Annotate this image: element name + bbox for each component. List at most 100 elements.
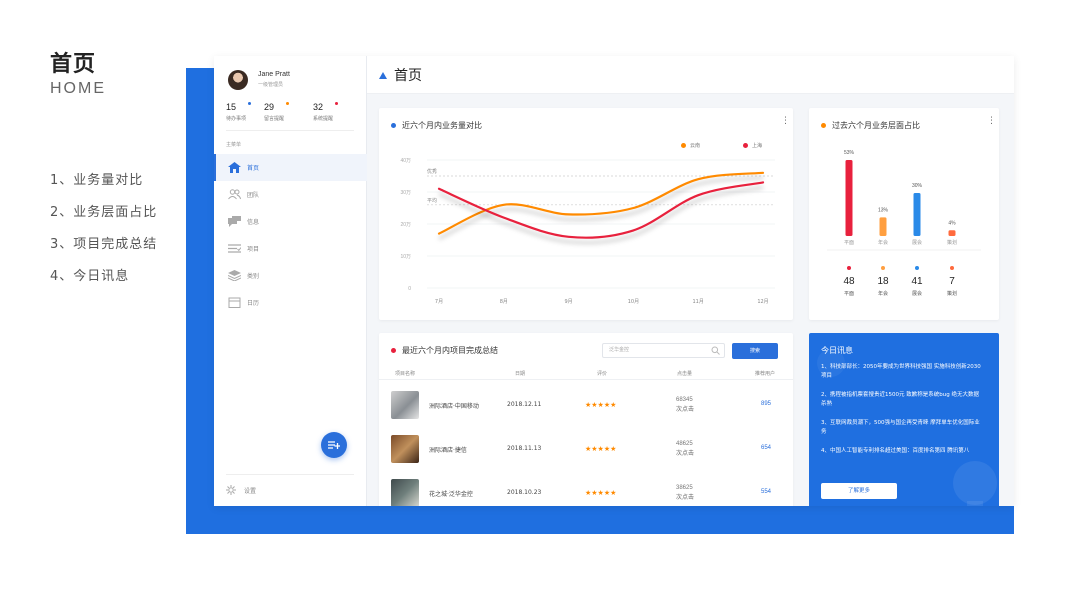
- x-tick-label: 10月: [628, 299, 639, 305]
- sidebar-item-label: 团队: [247, 192, 260, 199]
- line-chart: 0 10万 20万 30万 40万优秀平均 7月 8月 9月 10月 11月 12月: [400, 158, 775, 305]
- column-header: 日期: [515, 371, 526, 377]
- news-list: 1、科技部部长：2050年要成为世界科技强国 实施科技创新2030项目 2、携程…: [821, 363, 981, 466]
- sidebar-item-label: 信息: [247, 219, 260, 226]
- project-thumbnail: [391, 435, 419, 463]
- category-count: 7: [949, 276, 955, 287]
- project-date: 2018.10.23: [507, 489, 542, 496]
- table-row[interactable]: 花之城·泛华金控 2018.10.23 ★★★★★ 38625 次点击 554: [379, 472, 793, 506]
- title-dot: [391, 348, 396, 353]
- click-label: 次点击: [676, 406, 695, 413]
- bar: [879, 217, 887, 236]
- click-count: 48625 次点击: [676, 439, 694, 458]
- rating-stars: ★★★★★: [585, 489, 617, 497]
- project-thumbnail: [391, 479, 419, 506]
- category-count: 41: [911, 276, 923, 287]
- x-tick-label: 12月: [757, 299, 768, 305]
- column-header: 项目名称: [395, 371, 416, 377]
- calendar-icon: [228, 297, 241, 308]
- y-tick-label: 40万: [400, 158, 411, 164]
- project-icon: [228, 244, 241, 253]
- table-row[interactable]: 洲际酒店·捷信 2018.11.13 ★★★★★ 48625 次点击 654: [379, 428, 793, 471]
- bar-value-label: 13%: [878, 207, 889, 213]
- layers-icon: [228, 270, 241, 281]
- business-share-card: 过去六个月业务层面占比 ⋮ 53% 平面 48 平面 13% 年会 18 年会 30% 展会 41 展…: [809, 108, 999, 320]
- settings-button[interactable]: 设置: [226, 474, 354, 495]
- x-tick-label: 9月: [565, 299, 573, 305]
- page-title: 首页: [394, 67, 422, 84]
- search-button[interactable]: 搜索: [732, 343, 778, 359]
- sidebar-item-label: 项目: [247, 246, 260, 253]
- team-icon: [228, 189, 241, 200]
- main-menu: 首页 团队 信息 项目 类别 日历: [214, 154, 367, 316]
- sidebar-item-team[interactable]: 团队: [214, 181, 367, 208]
- click-label: 次点击: [676, 494, 695, 501]
- user-stats: 15 待办事项 29 留言提醒 32 系统提醒: [226, 102, 356, 132]
- home-icon: [228, 162, 241, 173]
- y-tick-label: 10万: [400, 254, 411, 260]
- y-tick-label: 30万: [400, 190, 411, 196]
- bar-value-label: 30%: [912, 183, 923, 189]
- page-indicator-icon: [379, 72, 387, 79]
- bar-category-label: 年会: [878, 239, 888, 246]
- table-header: 项目名称 日期 评价 点击量 推荐用户: [379, 366, 793, 380]
- bar-category-label: 策划: [947, 239, 957, 246]
- news-title: 今日讯息: [821, 346, 853, 355]
- search-input[interactable]: 泛华金控: [602, 343, 725, 358]
- recommended-users[interactable]: 654: [761, 445, 771, 451]
- y-tick-label: 20万: [400, 222, 411, 228]
- click-value: 68345: [676, 397, 693, 403]
- stat-system-alerts[interactable]: 32 系统提醒: [313, 102, 339, 122]
- news-item[interactable]: 1、科技部部长：2050年要成为世界科技强国 实施科技创新2030项目: [821, 363, 981, 381]
- news-item[interactable]: 3、互联网裁员潮下，500强与国企再受青睐 摩拜单车优化国际业务: [821, 419, 981, 437]
- project-name: 花之城·泛华金控: [429, 491, 473, 498]
- avatar[interactable]: [228, 70, 248, 90]
- menu-heading: 主菜单: [226, 142, 242, 148]
- category-count-label: 平面: [844, 291, 854, 297]
- news-item[interactable]: 2、携程被指机票套搜贵近1500元 致歉称是系统bug 绝无大数据杀熟: [821, 391, 981, 409]
- series-line: [437, 181, 765, 239]
- settings-label: 设置: [244, 487, 257, 495]
- stat-label: 待办事项: [226, 116, 247, 122]
- sidebar: Jane Pratt 一级管理员 15 待办事项 29 留言提醒 32 系统提醒…: [214, 56, 367, 506]
- outline-item: 1、业务量对比: [50, 173, 144, 188]
- reference-label: 平均: [427, 197, 437, 204]
- rating-stars: ★★★★★: [585, 445, 617, 453]
- category-count-label: 展会: [912, 290, 922, 297]
- category-dot: [847, 266, 851, 270]
- recommended-users[interactable]: 554: [761, 489, 771, 495]
- stat-todo[interactable]: 15 待办事项: [226, 102, 252, 122]
- project-thumbnail: [391, 391, 419, 419]
- sidebar-item-categories[interactable]: 类别: [214, 262, 367, 289]
- sidebar-item-label: 首页: [247, 165, 260, 172]
- recommended-users[interactable]: 895: [761, 401, 771, 407]
- notification-dot: [335, 102, 339, 105]
- category-count: 48: [843, 276, 855, 287]
- column-header: 推荐用户: [755, 371, 776, 377]
- news-item[interactable]: 4、中国人工智能专利排名超过美国：百度排名第四 腾讯第八: [821, 447, 981, 456]
- sidebar-item-label: 类别: [247, 273, 260, 280]
- add-list-button[interactable]: [321, 432, 347, 458]
- bar: [913, 192, 921, 236]
- bar-category-label: 平面: [844, 240, 854, 246]
- category-dot: [950, 266, 954, 270]
- dashboard-window: Jane Pratt 一级管理员 15 待办事项 29 留言提醒 32 系统提醒…: [214, 56, 1014, 506]
- slide-subtitle: HOME: [50, 80, 106, 97]
- sidebar-item-calendar[interactable]: 日历: [214, 289, 367, 316]
- bar-category-label: 展会: [912, 239, 922, 246]
- series-shadow: [438, 176, 764, 240]
- sidebar-item-home[interactable]: 首页: [214, 154, 367, 181]
- sidebar-item-projects[interactable]: 项目: [214, 235, 367, 262]
- x-tick-label: 11月: [693, 299, 704, 305]
- business-volume-card: 近六个月内业务量对比 ⋮ 云南 上海 0 10万 20万 30万 40万 优秀 平均 7月 8月…: [379, 108, 793, 320]
- y-tick-label: 0: [408, 286, 411, 292]
- divider: [226, 130, 354, 131]
- learn-more-button[interactable]: 了解更多: [821, 483, 897, 499]
- bar: [845, 160, 853, 236]
- bar-value-label: 4%: [948, 220, 956, 226]
- sidebar-item-messages[interactable]: 信息: [214, 208, 367, 235]
- slide-title-block: 首页 HOME: [50, 46, 106, 98]
- table-row[interactable]: 洲际酒店·中国移动 2018.12.11 ★★★★★ 68345 次点击 895: [379, 384, 793, 427]
- stat-messages[interactable]: 29 留言提醒: [264, 102, 290, 122]
- gear-icon: [226, 485, 236, 495]
